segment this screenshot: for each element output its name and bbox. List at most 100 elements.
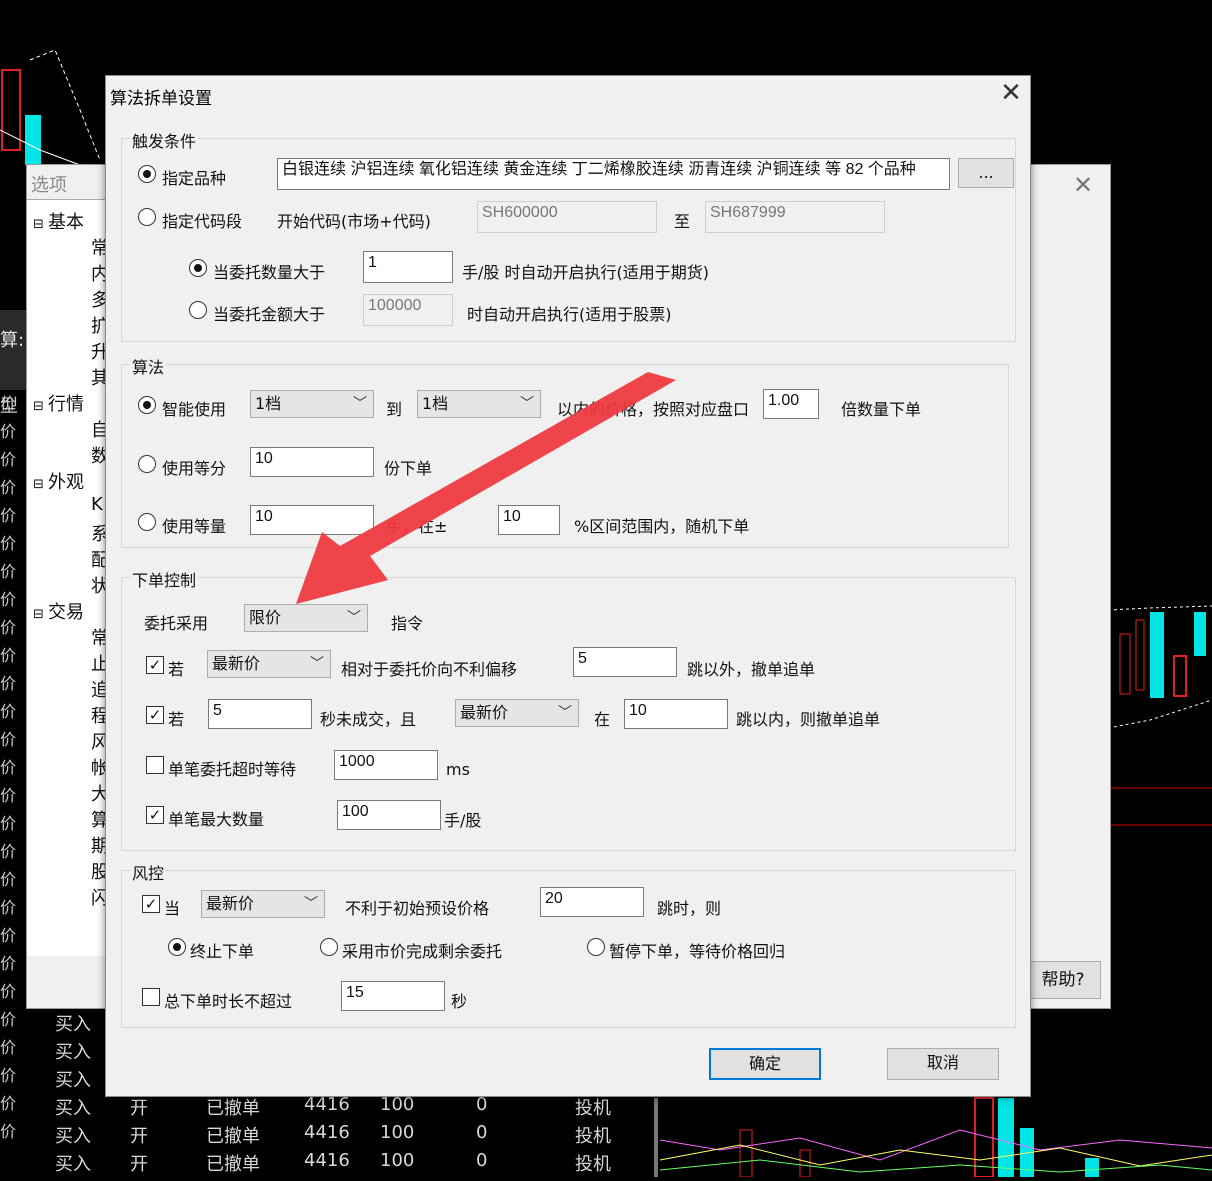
equal-parts-field[interactable]: 10 bbox=[250, 447, 374, 477]
folder-icon: ⊟ bbox=[33, 477, 49, 492]
tree-label: 交易 bbox=[48, 602, 85, 623]
order-dir: 买入 bbox=[55, 1098, 91, 1119]
order-price: 4416 bbox=[304, 1150, 350, 1171]
seconds-label: 秒未成交，且 bbox=[320, 710, 417, 729]
qty-threshold-field[interactable]: 1 bbox=[363, 251, 453, 283]
pause-label: 暂停下单，等待价格回归 bbox=[609, 942, 786, 961]
offset-label: 相对于委托价向不利偏移 bbox=[341, 660, 518, 679]
folder-icon: ⊟ bbox=[33, 607, 49, 622]
order-fill: 0 bbox=[476, 1150, 488, 1171]
equal-qty-radio[interactable] bbox=[138, 513, 156, 531]
range-field[interactable]: 10 bbox=[498, 505, 560, 535]
equal-qty-field[interactable]: 10 bbox=[250, 505, 374, 535]
level-to-select[interactable]: 1档 ﹀ bbox=[417, 390, 541, 418]
start-code-field[interactable]: SH600000 bbox=[477, 201, 657, 233]
price-ref-select-2[interactable]: 最新价 ﹀ bbox=[455, 699, 579, 727]
code-range-radio[interactable] bbox=[138, 208, 156, 226]
close-icon[interactable]: ✕ bbox=[996, 78, 1026, 108]
qty-threshold-radio[interactable] bbox=[189, 259, 207, 277]
tree-label: K bbox=[91, 494, 103, 515]
equal-parts-label: 使用等分 bbox=[162, 459, 227, 478]
candle bbox=[1, 69, 21, 151]
timeout-unit: ms bbox=[446, 760, 470, 779]
total-time-unit: 秒 bbox=[451, 992, 468, 1011]
ok-button[interactable]: 确定 bbox=[709, 1048, 821, 1080]
max-qty-label: 单笔最大数量 bbox=[168, 810, 265, 829]
equal-parts-radio[interactable] bbox=[138, 455, 156, 473]
max-qty-checkbox[interactable]: ✓ bbox=[146, 806, 164, 824]
smart-radio[interactable] bbox=[138, 396, 156, 414]
risk-ticks-field[interactable]: 20 bbox=[540, 887, 644, 917]
ma-line bbox=[659, 1144, 1212, 1167]
table-row[interactable]: 买入 开 已撤单 4416 100 0 投机 bbox=[0, 1120, 660, 1148]
chevron-down-icon: ﹀ bbox=[310, 656, 324, 672]
qty-threshold-label: 当委托数量大于 bbox=[213, 263, 326, 282]
offset-checkbox[interactable]: ✓ bbox=[146, 656, 164, 674]
order-price: 4416 bbox=[304, 1094, 350, 1115]
price-ref-value-2: 最新价 bbox=[460, 703, 509, 722]
seconds-field[interactable]: 5 bbox=[208, 699, 312, 729]
risk-price-value: 最新价 bbox=[206, 894, 255, 913]
cancel-button[interactable]: 取消 bbox=[887, 1048, 999, 1080]
total-time-field[interactable]: 15 bbox=[341, 981, 445, 1011]
tree-folder[interactable]: ⊟ 交易 bbox=[33, 598, 84, 624]
timeout-label: 单笔委托超时等待 bbox=[168, 760, 297, 779]
stop-radio[interactable] bbox=[168, 938, 186, 956]
price-ref-select[interactable]: 最新价 ﹀ bbox=[207, 650, 331, 678]
entrust-type-value: 限价 bbox=[249, 608, 282, 627]
entrust-type-select[interactable]: 限价 ﹀ bbox=[244, 604, 368, 632]
candle bbox=[25, 115, 41, 165]
start-code-label: 开始代码(市场+代码) bbox=[277, 212, 431, 231]
order-oc: 开 bbox=[130, 1098, 148, 1119]
options-tree[interactable]: ⊟ 基本常内多扩升其 ⊟ 行情自数 ⊟ 外观 K 系配状 ⊟ 交易常止追程风帐大算期股闪 bbox=[27, 199, 109, 956]
tree-folder[interactable]: ⊟ 外观 bbox=[33, 468, 84, 494]
specified-variety-radio[interactable] bbox=[138, 165, 156, 183]
offset-field[interactable]: 5 bbox=[573, 647, 677, 677]
order-qty: 100 bbox=[380, 1150, 415, 1171]
amount-threshold-suffix: 时自动开启执行(适用于股票) bbox=[467, 305, 672, 324]
timeout-field[interactable]: 1000 bbox=[334, 750, 438, 780]
unfilled-checkbox[interactable]: ✓ bbox=[146, 706, 164, 724]
pause-radio[interactable] bbox=[587, 938, 605, 956]
chevron-down-icon: ﹀ bbox=[558, 705, 572, 721]
market-label: 采用市价完成剩余委托 bbox=[342, 942, 503, 961]
order-dir: 买入 bbox=[55, 1070, 91, 1091]
risk-checkbox[interactable]: ✓ bbox=[142, 895, 160, 913]
chevron-down-icon: ﹀ bbox=[347, 610, 361, 626]
order-control-group: 下单控制 委托采用 限价 ﹀ 指令 ✓ 若 最新价 ﹀ 相对于委托价向不利偏移 5 … bbox=[121, 567, 1016, 851]
to-label: 到 bbox=[386, 400, 403, 419]
side-label: 算: bbox=[0, 330, 25, 351]
close-icon[interactable]: ✕ bbox=[1073, 171, 1093, 199]
help-button[interactable]: 帮助? bbox=[1025, 961, 1101, 999]
group-label: 触发条件 bbox=[130, 128, 199, 152]
amount-threshold-radio[interactable] bbox=[189, 301, 207, 319]
risk-price-select[interactable]: 最新价 ﹀ bbox=[201, 890, 325, 918]
order-status: 已撤单 bbox=[206, 1154, 260, 1175]
smart-label: 智能使用 bbox=[162, 400, 227, 419]
ticks-field[interactable]: 10 bbox=[624, 699, 728, 729]
order-qty: 100 bbox=[380, 1094, 415, 1115]
total-time-label: 总下单时长不超过 bbox=[164, 992, 293, 1011]
timeout-checkbox[interactable] bbox=[146, 756, 164, 774]
specified-variety-label: 指定品种 bbox=[162, 169, 227, 188]
tree-folder[interactable]: ⊟ 行情 bbox=[33, 390, 84, 416]
order-status: 已撤单 bbox=[206, 1126, 260, 1147]
amount-threshold-field[interactable]: 100000 bbox=[363, 294, 453, 326]
end-code-field[interactable]: SH687999 bbox=[705, 201, 885, 233]
instruction-label: 指令 bbox=[391, 614, 424, 633]
browse-button[interactable]: ... bbox=[958, 158, 1014, 188]
ma-line bbox=[659, 1129, 1212, 1161]
folder-icon: ⊟ bbox=[33, 399, 49, 414]
max-qty-field[interactable]: 100 bbox=[337, 800, 441, 830]
tree-item[interactable]: K bbox=[91, 494, 103, 515]
table-row[interactable]: 买入 开 已撤单 4416 100 0 投机 bbox=[0, 1148, 660, 1176]
order-oc: 开 bbox=[130, 1126, 148, 1147]
multiplier-suffix: 倍数量下单 bbox=[841, 400, 922, 419]
level-from-select[interactable]: 1档 ﹀ bbox=[250, 390, 374, 418]
variety-list-field[interactable]: 白银连续 沪铝连续 氧化铝连续 黄金连续 丁二烯橡胶连续 沥青连续 沪铜连续 等… bbox=[277, 158, 950, 190]
tree-folder[interactable]: ⊟ 基本 bbox=[33, 208, 84, 234]
multiplier-field[interactable]: 1.00 bbox=[763, 389, 819, 419]
market-radio[interactable] bbox=[320, 938, 338, 956]
level-from-value: 1档 bbox=[255, 394, 282, 413]
total-time-checkbox[interactable] bbox=[142, 988, 160, 1006]
